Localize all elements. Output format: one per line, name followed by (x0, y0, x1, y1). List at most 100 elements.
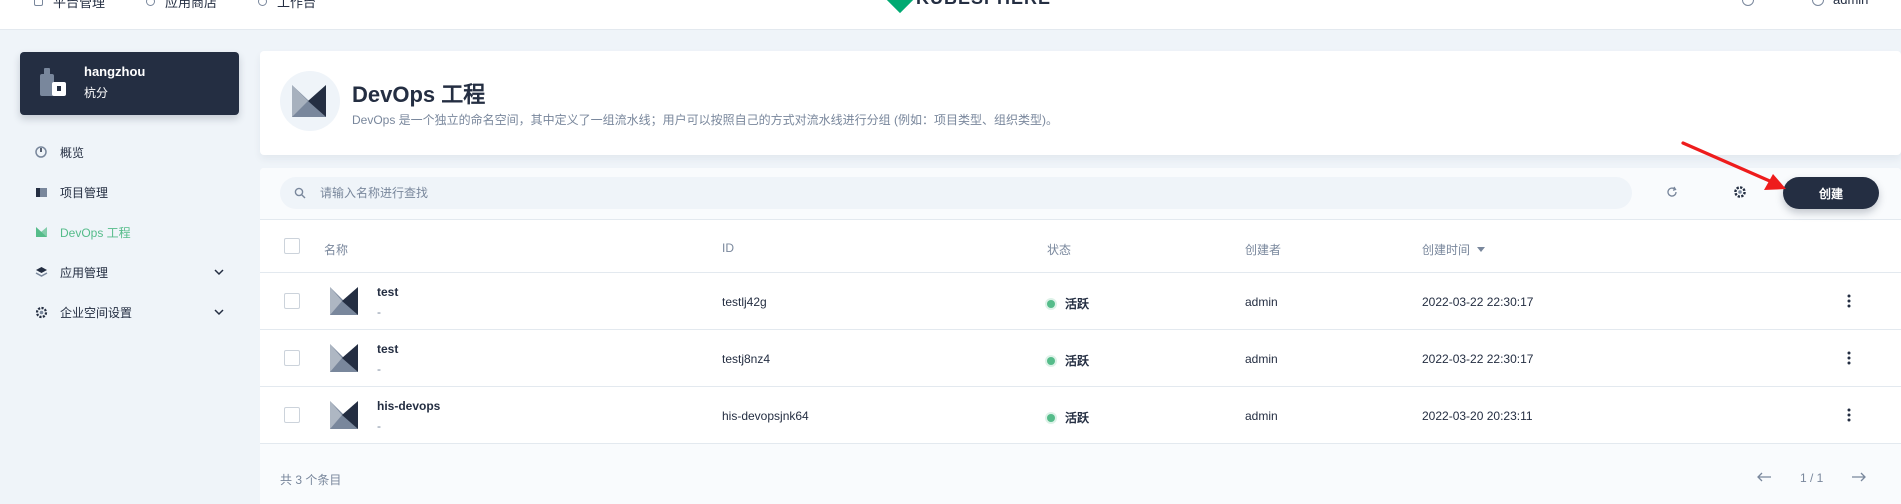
chevron-down-icon[interactable] (213, 306, 225, 318)
side-menu: 概览 项目管理 DevOps 工程 应用管理 企业空间设置 (20, 132, 239, 332)
row-more-button[interactable] (1841, 293, 1857, 309)
next-page-button[interactable] (1850, 468, 1868, 486)
arrow-left-icon (1757, 472, 1771, 482)
menu-label-workspace-settings: 企业空间设置 (60, 305, 133, 320)
status-badge: 活跃 (1047, 409, 1089, 426)
prev-page-button[interactable] (1755, 468, 1773, 486)
menu-label-overview: 概览 (60, 145, 85, 160)
project-description: - (377, 362, 381, 376)
created-time: 2022-03-22 22:30:17 (1422, 352, 1534, 366)
kubesphere-logo[interactable]: KUBESPHERE (885, 0, 1051, 13)
nav-platform[interactable]: 平台管理 (34, 0, 105, 11)
column-header-created-time[interactable]: 创建时间 (1422, 241, 1486, 258)
tools-icon[interactable] (1742, 0, 1754, 6)
devops-project-icon (330, 287, 358, 315)
sort-down-icon[interactable] (1476, 246, 1486, 254)
project-id: testj8nz4 (722, 352, 771, 366)
platform-icon (34, 0, 43, 6)
user-name[interactable]: admin (1833, 0, 1868, 7)
devops-banner-icon (280, 71, 340, 131)
devops-icon (34, 225, 48, 239)
project-name-link[interactable]: his-devops (377, 399, 440, 413)
table-header: 名称 ID 状态 创建者 创建时间 (260, 220, 1901, 273)
status-label: 活跃 (1065, 354, 1090, 368)
row-checkbox[interactable] (284, 407, 300, 423)
table-row[interactable]: test - testlj42g 活跃 admin 2022-03-22 22:… (260, 273, 1901, 330)
more-vertical-icon (1847, 408, 1851, 422)
status-badge: 活跃 (1047, 295, 1089, 312)
search-bar[interactable] (280, 177, 1632, 209)
column-header-creator: 创建者 (1245, 243, 1282, 257)
nav-app-store-label: 应用商店 (165, 0, 218, 10)
status-active-icon (1047, 299, 1055, 308)
total-count: 共 3 个条目 (280, 473, 342, 487)
row-checkbox[interactable] (284, 293, 300, 309)
row-more-button[interactable] (1841, 407, 1857, 423)
page-title: DevOps 工程 (352, 82, 486, 107)
menu-label-devops: DevOps 工程 (60, 225, 131, 240)
nav-workbench[interactable]: 工作台 (258, 0, 316, 11)
refresh-icon (1667, 186, 1677, 197)
creator: admin (1245, 295, 1278, 309)
page-description: DevOps 是一个独立的命名空间，其中定义了一组流水线；用户可以按照自己的方式… (352, 113, 1059, 127)
workspace-icon (40, 68, 66, 96)
more-vertical-icon (1847, 351, 1851, 365)
search-input[interactable] (320, 186, 1520, 200)
chevron-down-icon[interactable] (213, 266, 225, 278)
workspace-name: hangzhou (84, 64, 146, 79)
project-description: - (377, 419, 381, 433)
appstore-nav-icon (146, 0, 155, 6)
gear-icon (34, 305, 48, 319)
menu-item-projects[interactable]: 项目管理 (20, 172, 239, 212)
page-header: DevOps 工程 DevOps 是一个独立的命名空间，其中定义了一组流水线；用… (260, 51, 1901, 155)
status-active-icon (1047, 356, 1055, 365)
project-name-link[interactable]: test (377, 342, 398, 356)
create-button[interactable]: 创建 (1783, 177, 1879, 209)
menu-item-app-management[interactable]: 应用管理 (20, 252, 239, 292)
creator: admin (1245, 409, 1278, 423)
more-vertical-icon (1847, 294, 1851, 308)
nav-workbench-label: 工作台 (277, 0, 317, 10)
created-time: 2022-03-20 20:23:11 (1422, 409, 1533, 423)
devops-project-icon (330, 401, 358, 429)
menu-item-overview[interactable]: 概览 (20, 132, 239, 172)
created-time: 2022-03-22 22:30:17 (1422, 295, 1534, 309)
nav-app-store[interactable]: 应用商店 (146, 0, 217, 11)
project-name-link[interactable]: test (377, 285, 398, 299)
arrow-right-icon (1852, 472, 1866, 482)
column-header-id: ID (722, 241, 734, 255)
search-icon (294, 187, 306, 199)
devops-list-panel: 创建 名称 ID 状态 创建者 创建时间 test - testlj42g 活跃… (260, 168, 1901, 504)
logo-text: KUBESPHERE (916, 0, 1051, 9)
table-row[interactable]: test - testj8nz4 活跃 admin 2022-03-22 22:… (260, 330, 1901, 387)
row-checkbox[interactable] (284, 350, 300, 366)
dashboard-icon (34, 145, 48, 159)
project-icon (34, 185, 48, 199)
workspace-card[interactable]: hangzhou 杭分 (20, 52, 239, 115)
devops-project-icon (330, 344, 358, 372)
page-indicator: 1 / 1 (1800, 471, 1824, 485)
select-all-checkbox[interactable] (284, 238, 300, 254)
column-header-name[interactable]: 名称 (324, 241, 348, 258)
project-description: - (377, 305, 381, 319)
workspace-description: 杭分 (84, 86, 109, 100)
table-settings-button[interactable] (1732, 184, 1748, 200)
nav-platform-label: 平台管理 (53, 0, 106, 10)
menu-label-projects: 项目管理 (60, 185, 109, 200)
creator: admin (1245, 352, 1278, 366)
table-footer: 共 3 个条目 1 / 1 (260, 444, 1901, 504)
user-avatar-icon[interactable] (1812, 0, 1824, 6)
column-header-status: 状态 (1047, 243, 1072, 257)
status-active-icon (1047, 413, 1055, 422)
refresh-button[interactable] (1664, 184, 1680, 200)
list-toolbar: 创建 (260, 168, 1901, 220)
project-id: testlj42g (722, 295, 767, 309)
row-more-button[interactable] (1841, 350, 1857, 366)
menu-item-devops[interactable]: DevOps 工程 (20, 212, 239, 252)
status-label: 活跃 (1065, 297, 1090, 311)
gear-icon (1734, 186, 1746, 198)
appstore-icon (34, 265, 48, 279)
top-navbar: 平台管理 应用商店 工作台 KUBESPHERE admin (0, 0, 1901, 30)
menu-item-workspace-settings[interactable]: 企业空间设置 (20, 292, 239, 332)
table-row[interactable]: his-devops - his-devopsjnk64 活跃 admin 20… (260, 387, 1901, 444)
